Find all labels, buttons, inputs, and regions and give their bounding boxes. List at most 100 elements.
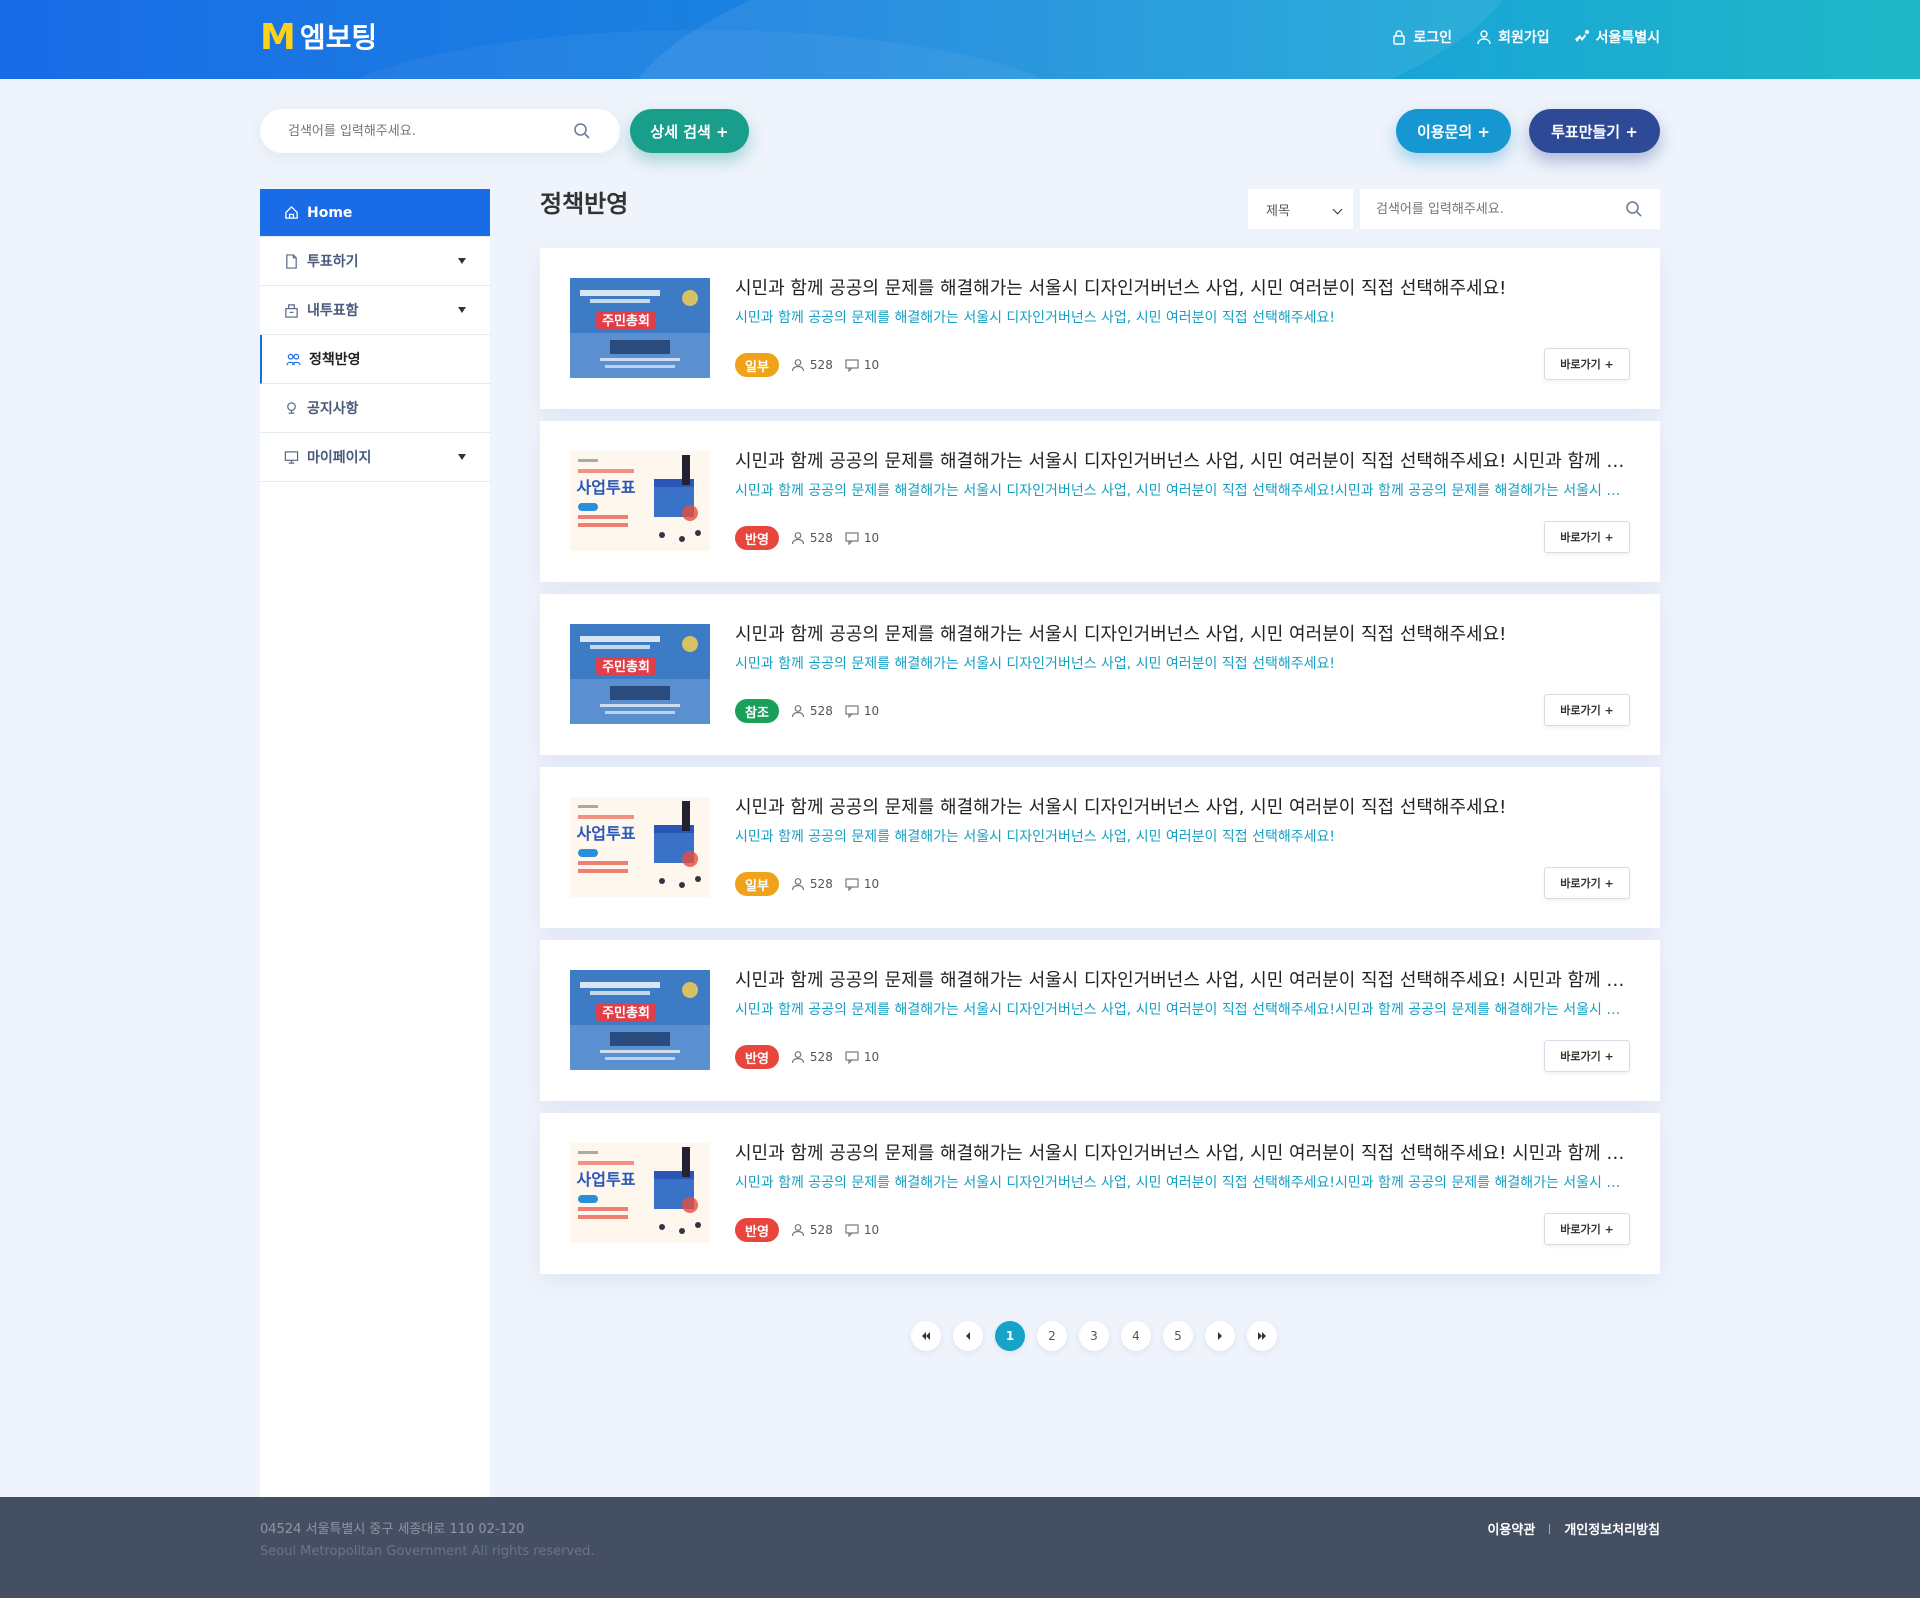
- go-button[interactable]: 바로가기 +: [1544, 521, 1630, 553]
- footer: 04524 서울특별시 중구 세종대로 110 02-120 Seoul Met…: [0, 1497, 1920, 1598]
- first-page-button[interactable]: [911, 1321, 941, 1351]
- views-count: 528: [791, 1223, 833, 1237]
- filter-select[interactable]: 제목: [1248, 189, 1353, 229]
- make-vote-button[interactable]: 투표만들기 +: [1529, 109, 1660, 153]
- go-button[interactable]: 바로가기 +: [1544, 348, 1630, 380]
- card-thumbnail[interactable]: 주민총회: [570, 970, 710, 1070]
- page-1-button[interactable]: 1: [995, 1321, 1025, 1351]
- chevron-down-icon[interactable]: [458, 454, 466, 460]
- comment-icon: [845, 705, 859, 718]
- seoul-link[interactable]: 서울특별시: [1574, 27, 1660, 47]
- pagination: 1 2 3 4 5: [911, 1321, 1277, 1351]
- svg-text:주민총회: 주민총회: [602, 313, 650, 329]
- card-title[interactable]: 시민과 함께 공공의 문제를 해결해가는 서울시 디자인거버넌스 사업, 시민 …: [735, 276, 1625, 302]
- chevron-down-icon[interactable]: [458, 307, 466, 313]
- page-3-button[interactable]: 3: [1079, 1321, 1109, 1351]
- signup-label: 회원가입: [1498, 30, 1550, 46]
- detail-search-button[interactable]: 상세 검색 +: [630, 109, 749, 153]
- signup-link[interactable]: 회원가입: [1476, 27, 1550, 47]
- lock-icon: [1393, 30, 1406, 45]
- card-thumbnail[interactable]: 사업투표: [570, 797, 710, 897]
- card-thumbnail[interactable]: 주민총회: [570, 278, 710, 378]
- status-badge: 반영: [735, 1218, 779, 1242]
- sidebar-item-policy[interactable]: 정책반영: [260, 335, 490, 384]
- inquiry-button[interactable]: 이용문의 +: [1396, 109, 1511, 153]
- go-button[interactable]: 바로가기 +: [1544, 1213, 1630, 1245]
- sidebar-item-mypage[interactable]: 마이페이지: [260, 433, 490, 482]
- search-icon[interactable]: [1624, 199, 1644, 219]
- footer-links: 이용약관 개인정보처리방침: [1487, 1519, 1660, 1538]
- filter-search-input[interactable]: [1376, 201, 1624, 217]
- card-subtitle: 시민과 함께 공공의 문제를 해결해가는 서울시 디자인거버넌스 사업, 시민 …: [735, 1002, 1625, 1018]
- privacy-link[interactable]: 개인정보처리방침: [1564, 1519, 1660, 1538]
- top-header: M 엠보팅 로그인 회원가입 서울특별시: [0, 0, 1920, 79]
- terms-link[interactable]: 이용약관: [1487, 1519, 1535, 1538]
- card-title[interactable]: 시민과 함께 공공의 문제를 해결해가는 서울시 디자인거버넌스 사업, 시민 …: [735, 622, 1625, 648]
- views-count: 528: [791, 877, 833, 891]
- card-meta: 참조 528 10: [735, 699, 879, 723]
- card-title[interactable]: 시민과 함께 공공의 문제를 해결해가는 서울시 디자인거버넌스 사업, 시민 …: [735, 449, 1625, 475]
- views-value: 528: [809, 1050, 833, 1064]
- go-button[interactable]: 바로가기 +: [1544, 694, 1630, 726]
- policy-card[interactable]: 사업투표 시민과 함께 공공의 문제를 해결해가는 서울시 디자인거버넌스 사업…: [540, 421, 1660, 582]
- footer-address: 04524 서울특별시 중구 세종대로 110 02-120: [260, 1522, 525, 1537]
- card-title[interactable]: 시민과 함께 공공의 문제를 해결해가는 서울시 디자인거버넌스 사업, 시민 …: [735, 1141, 1625, 1167]
- card-thumbnail[interactable]: 사업투표: [570, 451, 710, 551]
- site-logo[interactable]: M 엠보팅: [260, 18, 377, 58]
- last-page-button[interactable]: [1247, 1321, 1277, 1351]
- go-button[interactable]: 바로가기 +: [1544, 1040, 1630, 1072]
- sidebar-item-label: 내투표함: [307, 303, 359, 319]
- next-page-button[interactable]: [1205, 1321, 1235, 1351]
- page-4-button[interactable]: 4: [1121, 1321, 1151, 1351]
- login-link[interactable]: 로그인: [1391, 27, 1452, 47]
- policy-card[interactable]: 사업투표 시민과 함께 공공의 문제를 해결해가는 서울시 디자인거버넌스 사업…: [540, 767, 1660, 928]
- pin-icon: [287, 401, 296, 414]
- search-icon[interactable]: [572, 121, 592, 141]
- sidebar-item-label: Home: [307, 204, 353, 221]
- sidebar-item-home[interactable]: Home: [260, 189, 490, 237]
- card-subtitle: 시민과 함께 공공의 문제를 해결해가는 서울시 디자인거버넌스 사업, 시민 …: [735, 1175, 1625, 1191]
- right-icon: [1218, 1332, 1222, 1340]
- comments-value: 10: [863, 358, 880, 372]
- card-title[interactable]: 시민과 함께 공공의 문제를 해결해가는 서울시 디자인거버넌스 사업, 시민 …: [735, 795, 1625, 821]
- sidebar-item-notice[interactable]: 공지사항: [260, 384, 490, 433]
- status-badge: 일부: [735, 872, 779, 896]
- svg-text:사업투표: 사업투표: [577, 824, 636, 843]
- user-icon: [791, 1224, 805, 1237]
- card-subtitle: 시민과 함께 공공의 문제를 해결해가는 서울시 디자인거버넌스 사업, 시민 …: [735, 483, 1625, 499]
- footer-address-block: 04524 서울특별시 중구 세종대로 110 02-120 Seoul Met…: [260, 1519, 595, 1563]
- card-thumbnail[interactable]: 사업투표: [570, 1143, 710, 1243]
- main-search-input[interactable]: [288, 123, 572, 139]
- views-value: 528: [809, 358, 833, 372]
- policy-card[interactable]: 주민총회 시민과 함께 공공의 문제를 해결해가는 서울시 디자인거버넌스 사업…: [540, 248, 1660, 409]
- policy-card[interactable]: 주민총회 시민과 함께 공공의 문제를 해결해가는 서울시 디자인거버넌스 사업…: [540, 594, 1660, 755]
- views-count: 528: [791, 1050, 833, 1064]
- chevron-down-icon[interactable]: [458, 258, 466, 264]
- card-meta: 반영 528 10: [735, 1218, 879, 1242]
- monitor-icon: [284, 450, 299, 464]
- home-icon: [285, 205, 298, 219]
- card-subtitle: 시민과 함께 공공의 문제를 해결해가는 서울시 디자인거버넌스 사업, 시민 …: [735, 310, 1335, 326]
- sidebar-item-label: 공지사항: [307, 401, 359, 417]
- views-value: 528: [809, 531, 833, 545]
- filter-search: [1360, 189, 1660, 229]
- policy-card[interactable]: 사업투표 시민과 함께 공공의 문제를 해결해가는 서울시 디자인거버넌스 사업…: [540, 1113, 1660, 1274]
- ballot-box-icon: [285, 303, 298, 318]
- comments-value: 10: [863, 704, 880, 718]
- card-title[interactable]: 시민과 함께 공공의 문제를 해결해가는 서울시 디자인거버넌스 사업, 시민 …: [735, 968, 1625, 994]
- go-button[interactable]: 바로가기 +: [1544, 867, 1630, 899]
- user-icon: [791, 1051, 805, 1064]
- comments-value: 10: [863, 531, 880, 545]
- card-thumbnail[interactable]: 주민총회: [570, 624, 710, 724]
- comments-count: 10: [845, 1050, 879, 1064]
- sidebar-item-my-ballot[interactable]: 내투표함: [260, 286, 490, 335]
- prev-page-button[interactable]: [953, 1321, 983, 1351]
- user-icon: [791, 705, 805, 718]
- page-5-button[interactable]: 5: [1163, 1321, 1193, 1351]
- policy-card[interactable]: 주민총회 시민과 함께 공공의 문제를 해결해가는 서울시 디자인거버넌스 사업…: [540, 940, 1660, 1101]
- card-meta: 반영 528 10: [735, 526, 879, 550]
- sidebar-item-vote[interactable]: 투표하기: [260, 237, 490, 286]
- views-value: 528: [809, 704, 833, 718]
- page-2-button[interactable]: 2: [1037, 1321, 1067, 1351]
- svg-text:사업투표: 사업투표: [577, 1170, 636, 1189]
